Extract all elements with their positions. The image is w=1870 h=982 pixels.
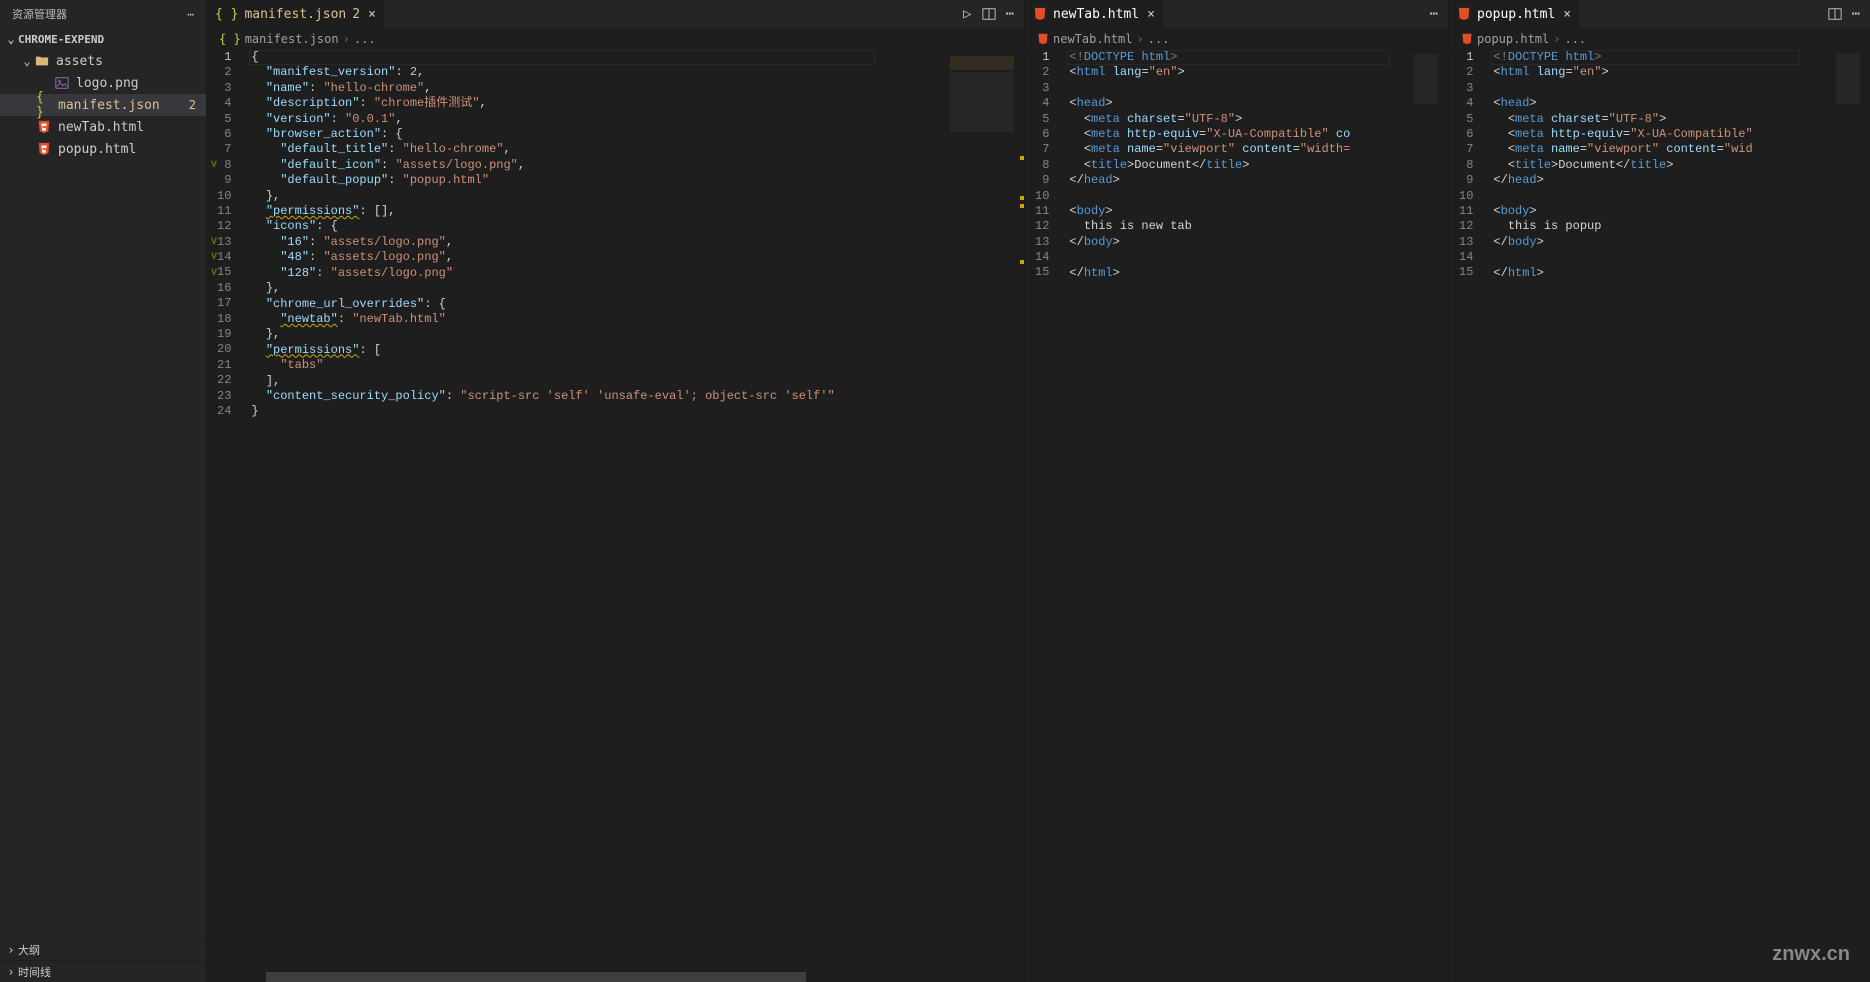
html-icon <box>36 141 52 157</box>
split-editor-icon[interactable] <box>982 7 996 21</box>
editor-actions: ▷ ⋯ <box>953 0 1024 28</box>
more-icon[interactable]: ⋯ <box>1430 6 1438 22</box>
chevron-down-icon: ⌄ <box>20 54 34 68</box>
editor-pane-3: popup.html × ⋯ popup.html › ... 12345678… <box>1448 0 1870 982</box>
breadcrumb[interactable]: popup.html › ... <box>1449 28 1870 50</box>
tab-badge: 2 <box>352 7 360 22</box>
editor-actions: ⋯ <box>1818 0 1870 28</box>
file-manifest-json[interactable]: { } manifest.json 2 <box>0 94 206 116</box>
html-icon <box>1461 33 1473 45</box>
root-folder[interactable]: ⌄ CHROME-EXPEND <box>0 28 206 50</box>
chevron-right-icon: › <box>1553 32 1560 46</box>
split-editor-icon[interactable] <box>1828 7 1842 21</box>
breadcrumb-file: manifest.json <box>245 32 339 46</box>
close-icon[interactable]: × <box>1139 7 1155 22</box>
file-logo-png[interactable]: logo.png <box>0 72 206 94</box>
timeline-panel[interactable]: › 时间线 <box>0 960 206 982</box>
explorer-title-row: 资源管理器 ⋯ <box>0 0 206 28</box>
html-icon <box>1457 7 1471 21</box>
editor-pane-2: newTab.html × ⋯ newTab.html › ... 123456… <box>1024 0 1448 982</box>
close-icon[interactable]: × <box>360 7 376 22</box>
tabbar: popup.html × ⋯ <box>1449 0 1870 28</box>
tab-label: manifest.json <box>244 7 346 22</box>
chevron-right-icon: › <box>4 943 18 957</box>
outline-panel[interactable]: › 大纲 <box>0 938 206 960</box>
json-icon: { } <box>215 7 238 22</box>
gutter-mark-icon: V <box>207 266 221 281</box>
explorer-sidebar: 资源管理器 ⋯ ⌄ CHROME-EXPEND ⌄ assets logo.pn… <box>0 0 206 982</box>
minimap[interactable] <box>1408 50 1448 390</box>
code-area[interactable]: 123456789101112131415 <!DOCTYPE html> <h… <box>1449 50 1870 982</box>
watermark: znwx.cn <box>1772 943 1850 966</box>
file-label: manifest.json <box>58 98 160 113</box>
line-numbers: 123456789101112131415 <box>1025 50 1067 982</box>
explorer-title: 资源管理器 <box>12 6 67 22</box>
tab-label: popup.html <box>1477 7 1555 22</box>
html-icon <box>1037 33 1049 45</box>
file-newtab-html[interactable]: newTab.html <box>0 116 206 138</box>
tabbar: { } manifest.json 2 × ▷ ⋯ <box>207 0 1024 28</box>
json-icon: { } <box>219 32 241 46</box>
image-icon <box>54 75 70 91</box>
code-content[interactable]: { "manifest_version": 2, "name": "hello-… <box>249 50 874 982</box>
root-folder-label: CHROME-EXPEND <box>18 33 104 46</box>
code-content[interactable]: <!DOCTYPE html> <html lang="en"> <head> … <box>1491 50 1799 982</box>
timeline-label: 时间线 <box>18 964 51 980</box>
breadcrumb-file: newTab.html <box>1053 32 1132 46</box>
breadcrumb-file: popup.html <box>1477 32 1549 46</box>
chevron-right-icon: › <box>343 32 350 46</box>
code-area[interactable]: V V V V 12345678910111213141516171819202… <box>207 50 1024 982</box>
folder-label: assets <box>56 54 103 69</box>
gutter-mark-icon: V <box>207 158 221 173</box>
breadcrumb-more: ... <box>1564 32 1586 46</box>
run-icon[interactable]: ▷ <box>963 6 971 22</box>
outline-label: 大纲 <box>18 942 40 958</box>
code-area[interactable]: 123456789101112131415 <!DOCTYPE html> <h… <box>1025 50 1448 982</box>
tab-newtab-html[interactable]: newTab.html × <box>1025 0 1164 28</box>
folder-icon <box>34 53 50 69</box>
json-icon: { } <box>36 97 52 113</box>
file-label: logo.png <box>76 76 139 91</box>
file-popup-html[interactable]: popup.html <box>0 138 206 160</box>
file-label: newTab.html <box>58 120 144 135</box>
breadcrumb[interactable]: newTab.html › ... <box>1025 28 1448 50</box>
breadcrumb-more: ... <box>1148 32 1170 46</box>
breadcrumb-more: ... <box>354 32 376 46</box>
line-numbers: 123456789101112131415 <box>1449 50 1491 982</box>
tab-manifest-json[interactable]: { } manifest.json 2 × <box>207 0 385 28</box>
chevron-right-icon: › <box>1136 32 1143 46</box>
minimap[interactable] <box>1830 50 1870 390</box>
editor-actions: ⋯ <box>1420 0 1448 28</box>
chevron-right-icon: › <box>4 965 18 979</box>
folder-assets[interactable]: ⌄ assets <box>0 50 206 72</box>
explorer-more-icon[interactable]: ⋯ <box>187 8 194 21</box>
code-content[interactable]: <!DOCTYPE html> <html lang="en"> <head> … <box>1067 50 1390 982</box>
chevron-down-icon: ⌄ <box>4 32 18 46</box>
tab-label: newTab.html <box>1053 7 1139 22</box>
problems-badge: 2 <box>189 98 196 112</box>
tab-popup-html[interactable]: popup.html × <box>1449 0 1580 28</box>
tabbar: newTab.html × ⋯ <box>1025 0 1448 28</box>
gutter-mark-icon: V <box>207 250 221 265</box>
gutter-mark-icon: V <box>207 235 221 250</box>
horizontal-scrollbar[interactable] <box>206 972 1024 982</box>
file-label: popup.html <box>58 142 136 157</box>
html-icon <box>36 119 52 135</box>
editor-pane-1: { } manifest.json 2 × ▷ ⋯ { } manifest.j… <box>206 0 1024 982</box>
close-icon[interactable]: × <box>1555 7 1571 22</box>
more-icon[interactable]: ⋯ <box>1852 6 1860 22</box>
minimap[interactable] <box>944 50 1024 390</box>
line-numbers: V V V V 12345678910111213141516171819202… <box>207 50 249 982</box>
breadcrumb[interactable]: { } manifest.json › ... <box>207 28 1024 50</box>
more-icon[interactable]: ⋯ <box>1006 6 1014 22</box>
html-icon <box>1033 7 1047 21</box>
